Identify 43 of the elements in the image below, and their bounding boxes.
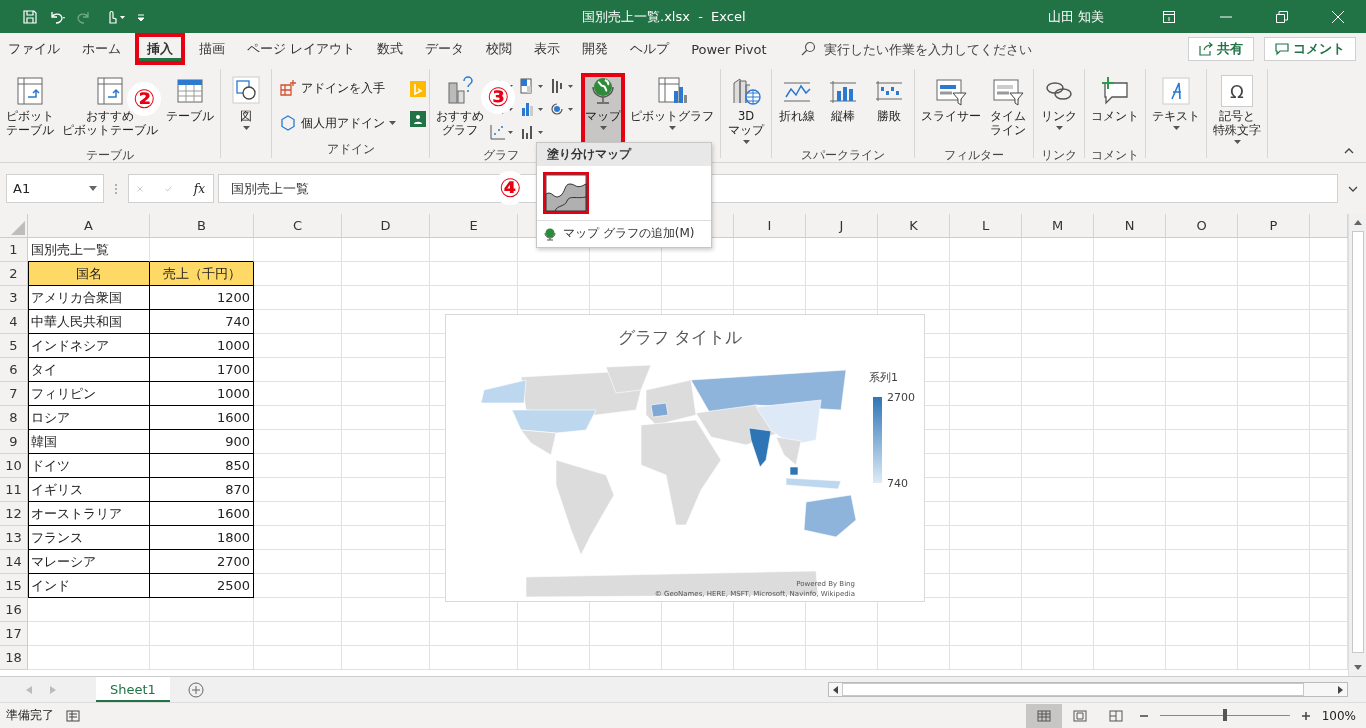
table-cell: 中華人民共和国 [28,310,150,334]
table-cell: イギリス [28,478,150,502]
table-cell: 850 [150,454,254,478]
group-label: リンク [1041,147,1077,162]
group-label: フィルター [944,147,1004,162]
table-cell: インドネシア [28,334,150,358]
table-cell: フィリピン [28,382,150,406]
symbol-icon: Ω [1221,75,1253,107]
table-cell: ドイツ [28,454,150,478]
table-cell: 2500 [150,574,254,598]
table-cell: 1000 [150,334,254,358]
table-cell: 1700 [150,358,254,382]
table-cell: アメリカ合衆国 [28,286,150,310]
group-label: グラフ [483,147,519,162]
table-cell: フランス [28,526,150,550]
group-label: スパークライン [801,147,885,162]
table-cell: 1600 [150,502,254,526]
legend-title: 系列1 [869,371,898,384]
menu-heading: 塗り分けマップ [537,143,711,166]
group-label: コメント [1091,147,1139,162]
table-cell: タイ [28,358,150,382]
table-cell: 740 [150,310,254,334]
legend-min: 740 [887,477,908,490]
table-cell: 国名 [28,262,150,286]
table-cell: インド [28,574,150,598]
window-title: 国別売上一覧.xlsx - Excel [582,7,747,26]
table-cell: 売上（千円） [150,262,254,286]
table-cell: 900 [150,430,254,454]
table-cell: 1000 [150,382,254,406]
user-name: 山田 知美 [1047,7,1104,26]
table-cell: マレーシア [28,550,150,574]
table-cell: 1800 [150,526,254,550]
table-cell: オーストラリア [28,502,150,526]
table-cell: 2700 [150,550,254,574]
table-cell: 870 [150,478,254,502]
table-cell: 韓国 [28,430,150,454]
group-label: テーブル [86,147,134,162]
table-cell: ロシア [28,406,150,430]
status-text: 準備完了 [6,707,54,724]
table-cell: 1200 [150,286,254,310]
table-cell: 1600 [150,406,254,430]
group-label: アドイン [326,141,375,156]
legend-max: 2700 [887,391,915,404]
